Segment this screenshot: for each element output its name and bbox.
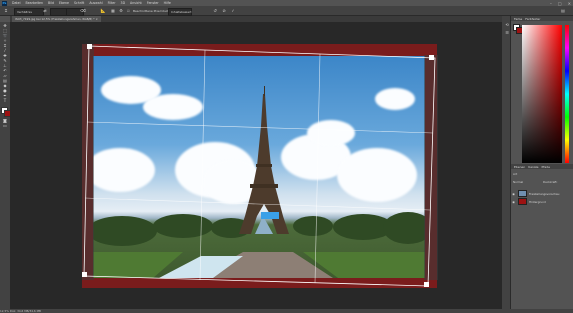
menu-edit[interactable]: Bearbeiten — [26, 1, 44, 5]
layer-name: Hintergrund — [529, 199, 546, 204]
photoshop-logo: Ps — [2, 0, 7, 6]
reset-icon[interactable]: ↺ — [212, 8, 218, 14]
layer-thumbnail — [518, 190, 527, 197]
hue-slider[interactable] — [565, 25, 569, 163]
layer-filter[interactable]: Art — [513, 172, 517, 177]
clear-icon[interactable]: ⌫ — [80, 8, 86, 14]
tools-panel: ✥ ⬚ ➰ ✧ ⌗ ⁄ ✚ ✎ ⊥ ↶ ▱ ▤ ◆ ● ✒ T ◙ ▭ — [0, 22, 11, 309]
crop-handle-bl — [82, 272, 87, 277]
crop-handle-br — [424, 282, 429, 287]
tab-swatches[interactable]: Farbfelder — [525, 17, 540, 21]
menu-3d[interactable]: 3D — [121, 1, 125, 5]
cancel-icon[interactable]: ⊘ — [221, 8, 227, 14]
layer-thumbnail — [518, 198, 527, 205]
settings-gear-icon[interactable]: ⚙ — [118, 8, 124, 14]
panel-icon-rail: ⟲ ☰ — [502, 16, 510, 309]
menu-help[interactable]: Hilfe — [164, 1, 171, 5]
crop-handle-tr — [429, 55, 434, 60]
crop-tool-icon[interactable]: ⌗ — [3, 8, 9, 14]
crop-handle-tl — [87, 44, 92, 49]
delete-cropped-checkbox[interactable]: ☑ — [127, 8, 130, 14]
menu-layer[interactable]: Ebene — [59, 1, 69, 5]
tab-channels[interactable]: Kanäle — [528, 165, 538, 169]
close-button[interactable]: ✕ — [568, 1, 571, 6]
color-picker-field[interactable] — [522, 25, 562, 163]
layers-panel-tabs: Ebenen Kanäle Pfade — [511, 164, 573, 169]
menu-filter[interactable]: Filter — [108, 1, 116, 5]
menu-select[interactable]: Auswahl — [89, 1, 102, 5]
menu-window[interactable]: Fenster — [147, 1, 159, 5]
tab-paths[interactable]: Pfade — [541, 165, 549, 169]
tab-layers[interactable]: Ebenen — [514, 165, 525, 169]
visibility-eye-icon[interactable]: ◉ — [511, 200, 516, 204]
menu-type[interactable]: Schrift — [74, 1, 84, 5]
color-panel-tabs: Farbe Farbfelder — [511, 16, 573, 21]
tab-color[interactable]: Farbe — [514, 17, 522, 21]
content-aware-checkbox[interactable]: Inhaltsbasiert — [168, 7, 192, 16]
canvas-area[interactable] — [10, 22, 502, 309]
ratio-select[interactable]: Verhältnis — [14, 7, 44, 16]
options-bar: ⌗ Verhältnis ⇄ ⌫ 📐 ▦ ⚙ ☑ Beschnittene Pi… — [0, 6, 573, 16]
layer-row-crop-preview[interactable]: ◉ Freistellungsvorschau — [511, 190, 572, 197]
screen-mode-icon[interactable]: ▭ — [2, 123, 8, 128]
menu-image[interactable]: Bild — [48, 1, 54, 5]
straighten-icon[interactable]: 📐 — [100, 8, 106, 14]
crop-grid-overlay[interactable] — [10, 22, 502, 309]
visibility-eye-icon[interactable]: ◉ — [511, 192, 516, 196]
overlay-grid-icon[interactable]: ▦ — [110, 8, 116, 14]
swap-icon[interactable]: ⇄ — [42, 8, 48, 14]
workspace-icon[interactable]: ▤ — [560, 8, 566, 14]
blend-mode-select[interactable]: Normal — [513, 180, 523, 185]
status-bar: 12,5% Dok: 34,6 MB/34,6 MB — [0, 309, 573, 313]
menu-view[interactable]: Ansicht — [130, 1, 142, 5]
menu-file[interactable]: Datei — [12, 1, 21, 5]
layer-name: Freistellungsvorschau — [529, 191, 560, 196]
type-icon[interactable]: T — [2, 98, 8, 103]
layer-row-background[interactable]: ◉ Hintergrund — [511, 198, 572, 205]
maximize-button[interactable]: □ — [558, 1, 562, 6]
minimize-button[interactable]: – — [550, 1, 552, 6]
commit-icon[interactable]: ✓ — [230, 8, 236, 14]
opacity-label: Deckkraft: — [543, 180, 558, 184]
